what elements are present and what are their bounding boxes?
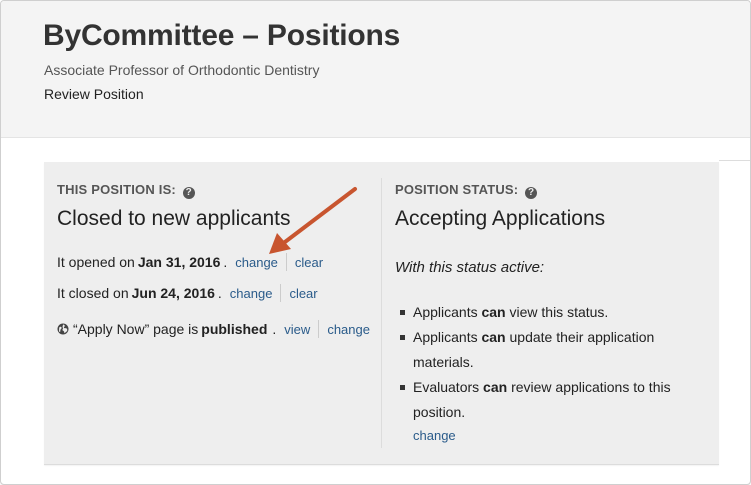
item-action: view this status. (509, 304, 609, 320)
opened-change-link[interactable]: change (235, 255, 278, 270)
item-subject: Applicants (413, 329, 478, 345)
opened-period: . (223, 254, 228, 270)
closed-change-link[interactable]: change (230, 286, 273, 301)
status-note: With this status active: (395, 259, 545, 276)
item-verb: can (481, 329, 506, 345)
position-subtitle: Associate Professor of Orthodontic Denti… (44, 62, 320, 78)
position-status-value: Accepting Applications (395, 207, 606, 230)
item-verb: can (481, 304, 506, 320)
bullet-icon (400, 310, 405, 315)
list-item: Applicants can update their application … (400, 325, 700, 375)
opened-date: Jan 31, 2016 (137, 254, 221, 270)
link-separator (280, 284, 282, 302)
opened-line: It opened on Jan 31, 2016 . change clear (57, 253, 323, 271)
link-separator (285, 253, 287, 271)
column-divider (381, 178, 382, 448)
closed-line: It closed on Jun 24, 2016 . change clear (57, 284, 318, 302)
status-change-link[interactable]: change (413, 428, 456, 443)
page-header: ByCommittee – Positions Associate Profes… (1, 1, 750, 138)
apply-now-state: published (201, 321, 268, 337)
globe-icon (57, 323, 69, 335)
apply-now-line: “Apply Now” page is published . view cha… (57, 320, 370, 338)
help-circle-icon[interactable]: ? (525, 187, 538, 199)
apply-now-change-link[interactable]: change (327, 322, 370, 337)
closed-prefix: It closed on (57, 285, 129, 301)
position-panel: THIS POSITION IS: ? Closed to new applic… (44, 162, 719, 465)
list-item: Evaluators can review applications to th… (400, 375, 700, 425)
position-is-label-text: THIS POSITION IS: (57, 182, 176, 197)
page-title: ByCommittee – Positions (43, 19, 401, 52)
help-circle-icon[interactable]: ? (182, 187, 195, 199)
header-divider (719, 160, 750, 161)
position-status-label-text: POSITION STATUS: (395, 182, 519, 197)
item-subject: Evaluators (413, 379, 480, 395)
apply-now-suffix: . (272, 321, 277, 337)
opened-clear-link[interactable]: clear (295, 255, 323, 270)
permission-list: Applicants can view this status. Applica… (400, 300, 700, 425)
closed-period: . (217, 285, 222, 301)
bullet-icon (400, 335, 405, 340)
closed-clear-link[interactable]: clear (289, 286, 317, 301)
list-item: Applicants can view this status. (400, 300, 700, 325)
apply-now-view-link[interactable]: view (284, 322, 310, 337)
opened-prefix: It opened on (57, 254, 135, 270)
position-status-label: POSITION STATUS: ? (395, 182, 538, 199)
item-subject: Applicants (413, 304, 478, 320)
closed-date: Jun 24, 2016 (131, 285, 215, 301)
window-frame: ByCommittee – Positions Associate Profes… (0, 0, 751, 485)
item-verb: can (483, 379, 508, 395)
apply-now-prefix: “Apply Now” page is (73, 321, 199, 337)
bullet-icon (400, 385, 405, 390)
position-open-state: Closed to new applicants (57, 207, 291, 230)
position-is-label: THIS POSITION IS: ? (57, 182, 195, 199)
breadcrumb: Review Position (44, 86, 144, 102)
link-separator (318, 320, 320, 338)
